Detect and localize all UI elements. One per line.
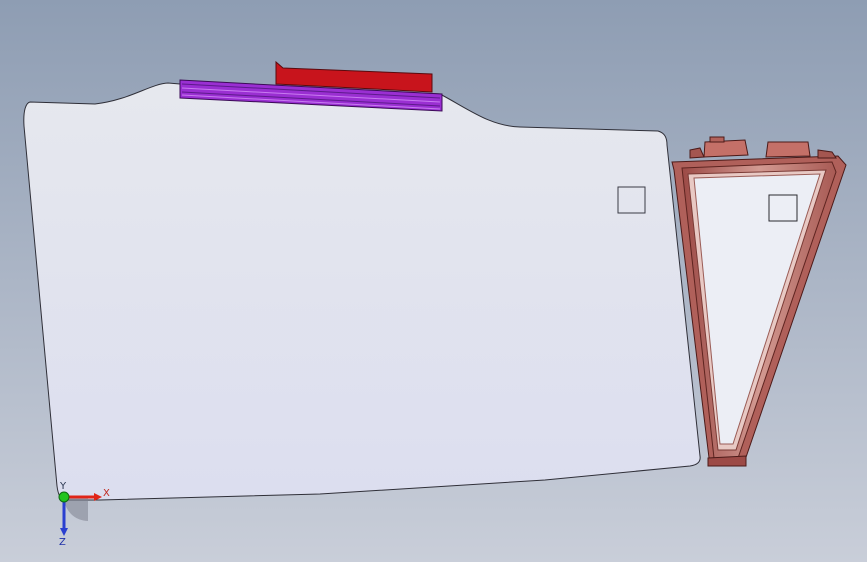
y-axis-label: Y	[59, 481, 67, 492]
main-body-part[interactable]	[23, 82, 701, 501]
model-canvas[interactable]: X Y Z	[0, 0, 867, 562]
z-axis-label: Z	[59, 537, 66, 548]
x-axis-label: X	[103, 488, 110, 499]
y-axis-dot-icon	[58, 491, 70, 503]
cad-viewport[interactable]: X Y Z	[0, 0, 867, 562]
